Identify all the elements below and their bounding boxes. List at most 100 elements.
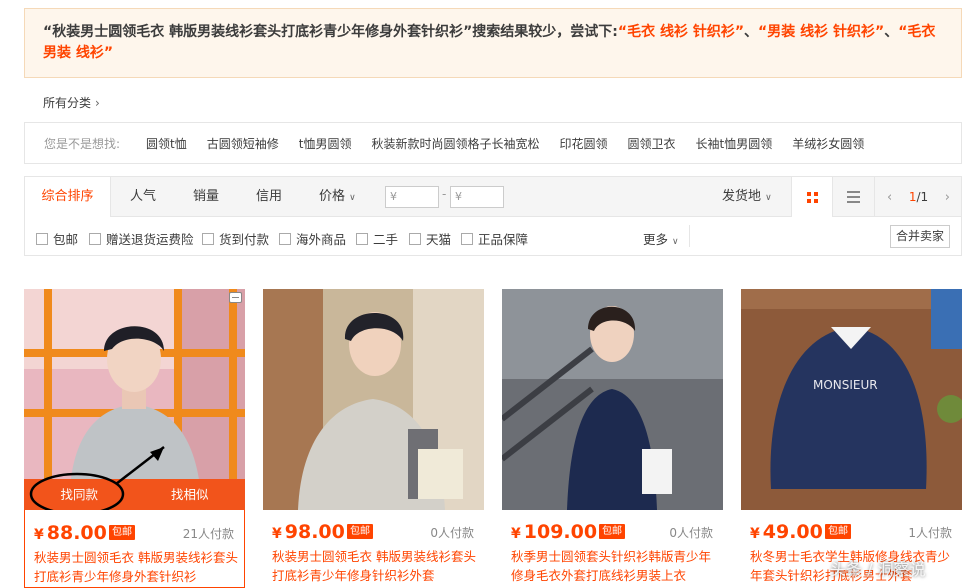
product-title[interactable]: 秋季男士圆领套头针织衫韩版青少年 修身毛衣外套打底线衫男装上衣 [511,547,716,585]
price-dash: - [442,187,447,201]
price-min-input[interactable]: ¥ [385,186,439,208]
title-line: 打底衫青少年修身针织衫外套 [272,568,435,583]
related-keyword[interactable]: 长袖t恤男圆领 [696,135,773,152]
checkbox[interactable] [36,232,48,245]
free-shipping-badge: 包邮 [347,524,373,539]
tab-default-sort[interactable]: 综合排序 [25,177,111,217]
total-pages: /1 [916,190,929,204]
more-filters-dropdown[interactable]: 更多 ∨ [643,229,679,248]
product-image[interactable]: MONSIEUR [741,289,962,510]
related-keyword[interactable]: 秋装新款时尚圆领格子长袖宽松 [372,135,540,152]
title-line: 秋季男士圆领套头针织衫韩版青少年 [511,549,712,564]
checkbox[interactable] [89,232,101,245]
product-price: ¥88.00 [34,522,107,544]
tab-popularity[interactable]: 人气 [130,177,156,216]
watermark: 头条 / 洞察说 [830,560,926,579]
checkbox[interactable] [356,232,368,245]
price-value: 109.00 [523,521,598,543]
suggestion-link[interactable]: “男装 线衫 针织衫” [758,24,884,40]
next-page-button[interactable]: › [945,190,950,205]
tab-sales[interactable]: 销量 [193,177,219,216]
sort-filter-panel: 综合排序 人气 销量 信用 价格 ∨ ¥ - ¥ 发货地 ∨ ‹ 1/1 › 包… [24,176,962,256]
paid-count: 21人付款 [182,527,234,541]
title-line: 秋装男士圆领毛衣 韩版男装线衫套头 [272,549,476,564]
product-image[interactable] [502,289,723,510]
sort-bar: 综合排序 人气 销量 信用 价格 ∨ ¥ - ¥ 发货地 ∨ ‹ 1/1 › [25,177,961,217]
product-card[interactable]: 找同款 找相似 ¥88.00 包邮 21人付款 秋装男士圆领毛衣 韩版男装线衫套… [24,289,245,588]
filter-free-shipping[interactable]: 包邮 [36,229,78,248]
page-indicator: 1/1 [909,190,928,204]
sweater-print-text: MONSIEUR [813,378,878,392]
paid-count: 0人付款 [669,526,713,540]
did-you-mean-bar: 您是不是想找: 圆领t恤 古圆领短袖修 t恤男圆领 秋装新款时尚圆领格子长袖宽松… [24,122,962,164]
related-keyword[interactable]: 印花圆领 [560,135,608,152]
filter-return-insurance[interactable]: 赠送退货运费险 [89,229,194,248]
filter-label: 货到付款 [219,232,270,247]
separator: 、 [884,24,899,40]
checkbox[interactable] [279,232,291,245]
chevron-down-icon: ∨ [765,193,772,203]
list-view-button[interactable] [832,177,873,217]
filter-cod[interactable]: 货到付款 [202,229,269,248]
related-keyword[interactable]: 古圆领短袖修 [207,135,279,152]
title-line: 秋装男士圆领毛衣 韩版男装线衫套头 [34,550,238,565]
product-price: ¥109.00 [511,521,598,543]
did-you-mean-label: 您是不是想找: [44,136,121,151]
filter-overseas[interactable]: 海外商品 [279,229,346,248]
prev-page-button[interactable]: ‹ [887,190,892,205]
filter-label: 海外商品 [296,232,347,247]
free-shipping-badge: 包邮 [109,525,135,540]
ship-from-dropdown[interactable]: 发货地 ∨ [722,177,772,217]
price-value: 49.00 [762,521,823,543]
checkbox[interactable] [409,232,421,245]
paid-count: 1人付款 [908,526,952,540]
separator: 、 [744,24,759,40]
price-value: 98.00 [284,521,345,543]
paid-count: 0人付款 [430,526,474,540]
tab-credit[interactable]: 信用 [256,177,282,216]
all-categories-label: 所有分类 [43,96,92,110]
notice-text: “秋装男士圆领毛衣 韩版男装线衫套头打底衫青少年修身外套针织衫”搜索结果较少，尝… [43,24,618,40]
annotation-overlay [29,446,165,510]
ship-from-label: 发货地 [722,189,762,204]
tab-price-label: 价格 [319,189,346,204]
related-keyword[interactable]: 羊绒衫女圆领 [792,135,864,152]
filter-label: 天猫 [426,232,452,247]
related-keyword[interactable]: t恤男圆领 [299,135,352,152]
title-line: 修身毛衣外套打底线衫男装上衣 [511,568,687,583]
product-image[interactable] [263,289,484,510]
filter-secondhand[interactable]: 二手 [356,229,398,248]
list-icon [847,191,860,203]
divider [689,225,690,247]
chevron-down-icon: ∨ [672,237,679,247]
price-max-input[interactable]: ¥ [450,186,504,208]
tab-price[interactable]: 价格 ∨ [319,177,356,216]
checkbox[interactable] [461,232,473,245]
filter-tmall[interactable]: 天猫 [409,229,451,248]
filter-label: 赠送退货运费险 [106,232,194,247]
grid-icon [807,192,818,203]
merge-sellers-button[interactable]: 合并卖家 [890,225,950,248]
product-title[interactable]: 秋装男士圆领毛衣 韩版男装线衫套头 打底衫青少年修身外套针织衫 [34,548,239,586]
filter-label: 二手 [373,232,399,247]
product-title[interactable]: 秋装男士圆领毛衣 韩版男装线衫套头 打底衫青少年修身针织衫外套 [272,547,477,585]
suggestion-link[interactable]: “毛衣 线衫 针织衫” [618,24,744,40]
related-keyword[interactable]: 圆领t恤 [146,135,187,152]
search-notice: “秋装男士圆领毛衣 韩版男装线衫套头打底衫青少年修身外套针织衫”搜索结果较少，尝… [24,8,962,78]
all-categories-link[interactable]: 所有分类 › [43,94,100,111]
product-card[interactable]: ¥109.00 包邮 0人付款 秋季男士圆领套头针织衫韩版青少年 修身毛衣外套打… [502,289,723,588]
related-keyword[interactable]: 圆领卫衣 [628,135,676,152]
product-card[interactable]: ¥98.00 包邮 0人付款 秋装男士圆领毛衣 韩版男装线衫套头 打底衫青少年修… [263,289,484,588]
chevron-right-icon: › [95,96,100,110]
title-line: 打底衫青少年修身外套针织衫 [34,569,197,584]
filter-bar: 包邮 赠送退货运费险 货到付款 海外商品 二手 天猫 正品保障 更多 ∨ 合并卖… [25,217,961,256]
price-value: 88.00 [46,522,107,544]
product-card[interactable]: MONSIEUR ¥49.00 包邮 1人付款 秋冬男士毛衣学生韩版修身线衣青少… [741,289,962,588]
product-image[interactable]: 找同款 找相似 [24,289,245,510]
filter-label: 包邮 [53,232,79,247]
product-price: ¥49.00 [750,521,823,543]
grid-view-button[interactable] [791,177,832,217]
chevron-down-icon: ∨ [349,193,356,203]
checkbox[interactable] [202,232,214,245]
filter-genuine[interactable]: 正品保障 [461,229,528,248]
